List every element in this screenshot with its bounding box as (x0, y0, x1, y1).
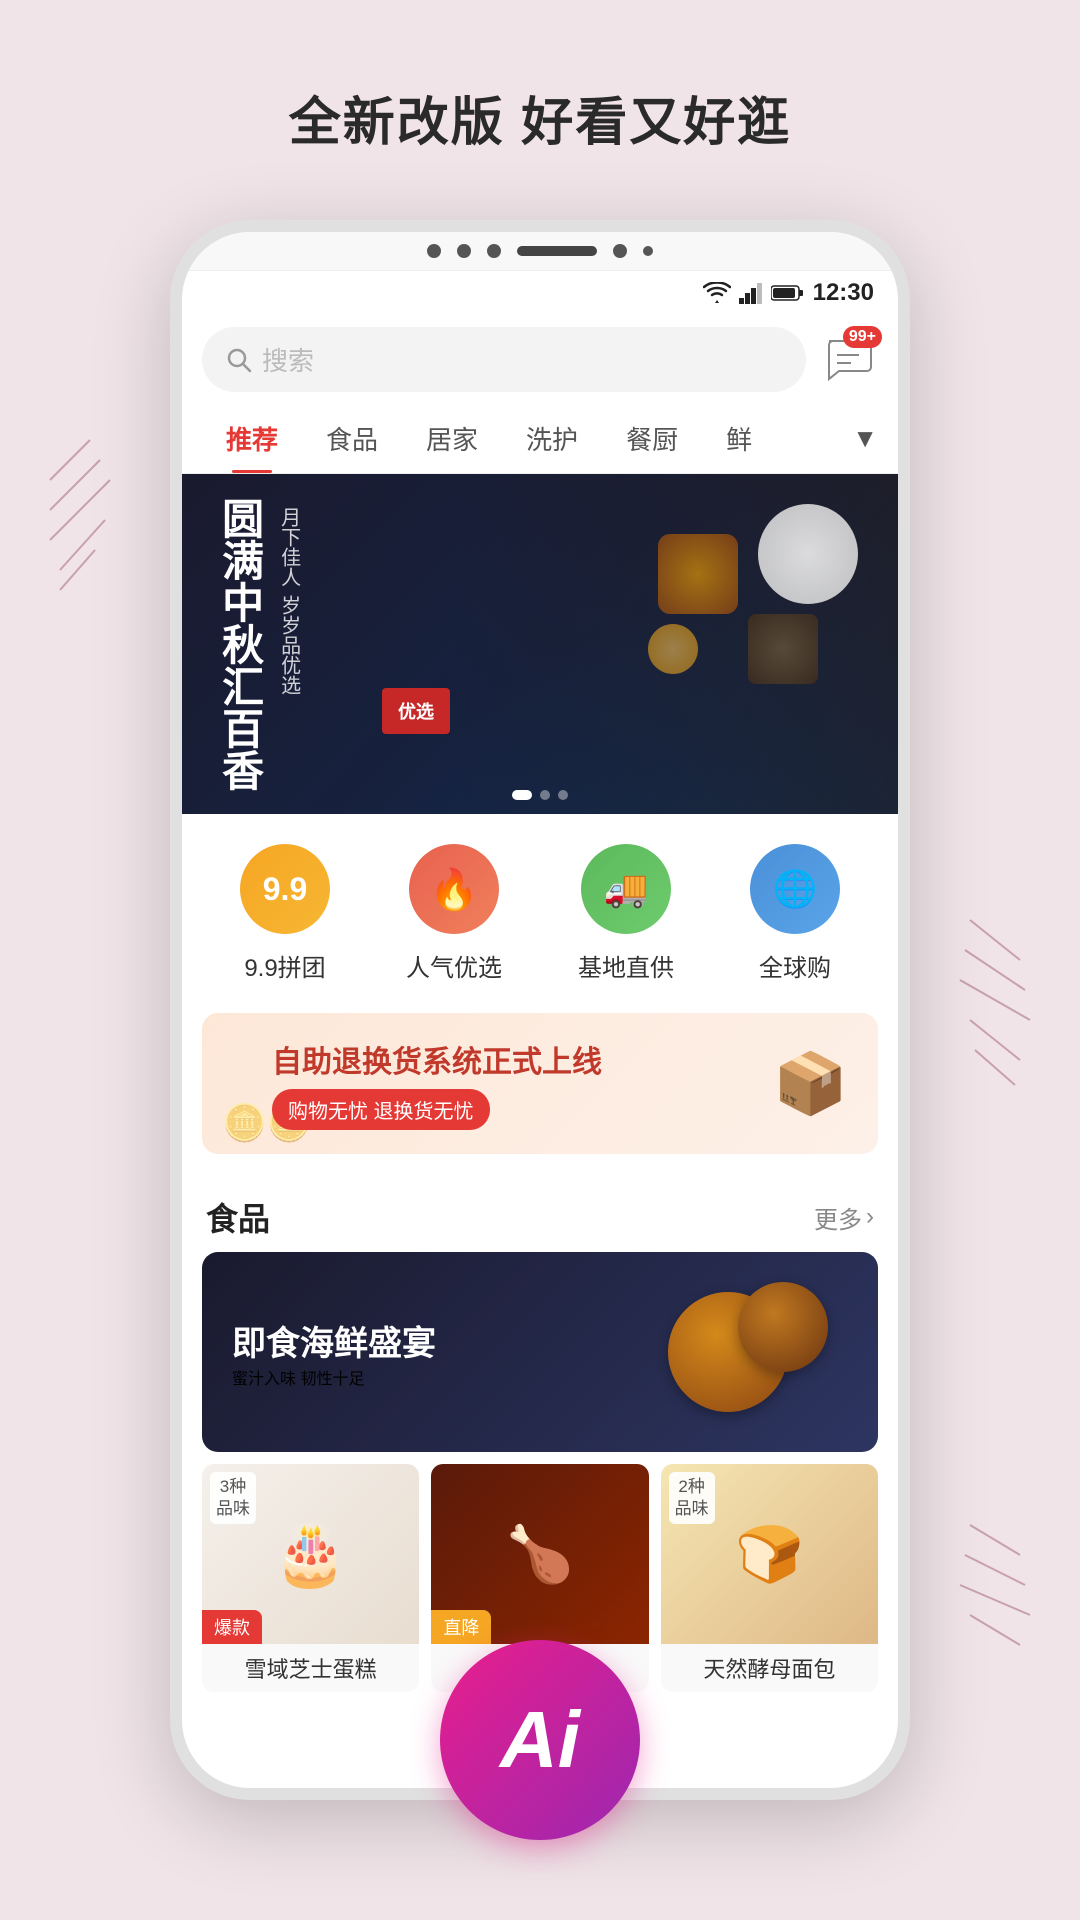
notification-badge: 99+ (843, 326, 882, 348)
qa-label-group: 9.9拼团 (244, 948, 325, 983)
nav-more[interactable]: ▼ (852, 423, 878, 454)
qa-icon-global: 🌐 (750, 844, 840, 934)
deco-right (950, 900, 1050, 1105)
deco-left (30, 420, 130, 625)
deco-right-bottom (950, 1505, 1050, 1670)
product-name-cake: 雪域芝士蛋糕 (202, 1644, 419, 1692)
food-section: 食品 更多 › 即食海鲜盛宴 蜜汁入味 韧性十足 (182, 1170, 898, 1712)
food-banner-subtitle: 蜜汁入味 韧性十足 (232, 1365, 436, 1389)
qa-item-global[interactable]: 🌐 全球购 (750, 844, 840, 983)
product-img-duck: 🍗 直降 (431, 1464, 648, 1644)
search-input[interactable]: 搜索 (202, 327, 806, 392)
promo-sub-text: 购物无忧 退换货无忧 (272, 1089, 490, 1130)
qa-icon-popular: 🔥 (409, 844, 499, 934)
section-title: 食品 (206, 1194, 270, 1240)
banner-food-visual (448, 474, 898, 814)
dot2 (457, 244, 471, 258)
food-banner-title: 即食海鲜盛宴 (232, 1316, 436, 1365)
product-variety-cake: 3种品味 (210, 1472, 256, 1524)
search-bar: 搜索 99+ (182, 315, 898, 404)
promo-text: 自助退换货系统正式上线 购物无忧 退换货无忧 (272, 1037, 602, 1130)
product-variety-bread: 2种品味 (669, 1472, 715, 1524)
product-img-bread: 🍞 2种品味 (661, 1464, 878, 1644)
product-badge-sale: 直降 (431, 1610, 491, 1644)
phone-hardware-bar (182, 232, 898, 271)
nav-tabs: 推荐 食品 居家 洗护 餐厨 鲜 ▼ (182, 404, 898, 474)
notification-button[interactable]: 99+ (818, 330, 878, 390)
chevron-right-icon: › (866, 1203, 874, 1231)
status-icons (703, 282, 803, 304)
nav-tab-food[interactable]: 食品 (302, 404, 402, 473)
banner-dot-1 (512, 790, 532, 800)
banner-main-title: 圆满中秋汇百香 (212, 497, 267, 791)
qa-item-popular[interactable]: 🔥 人气优选 (406, 844, 502, 983)
status-bar: 12:30 (182, 271, 898, 315)
ai-label: Ai (500, 1694, 580, 1786)
qa-label-popular: 人气优选 (406, 948, 502, 983)
dot4 (613, 244, 627, 258)
search-placeholder: 搜索 (262, 341, 314, 378)
qa-icon-direct: 🚚 (581, 844, 671, 934)
food-visual-right (598, 1262, 858, 1442)
banner-stamp: 优选 (382, 688, 450, 734)
qa-icon-group: 9.9 (240, 844, 330, 934)
banner-left-content: 圆满中秋汇百香 月下佳人 岁岁品优选 (182, 474, 334, 814)
product-badge-hot: 爆款 (202, 1610, 262, 1644)
banner-subtitle-line1: 月下佳人 (275, 507, 304, 587)
nav-tab-fresh[interactable]: 鲜 (702, 404, 776, 473)
search-icon (226, 347, 252, 373)
dot3 (487, 244, 501, 258)
qa-label-direct: 基地直供 (578, 948, 674, 983)
product-card-cake[interactable]: 🎂 3种品味 爆款 雪域芝士蛋糕 (202, 1464, 419, 1692)
time-display: 12:30 (813, 279, 874, 307)
banner-dot-3 (558, 790, 568, 800)
product-name-bread: 天然酵母面包 (661, 1644, 878, 1692)
dot5 (643, 246, 653, 256)
qa-item-group[interactable]: 9.9 9.9拼团 (240, 844, 330, 983)
phone-frame: 12:30 搜索 99+ (170, 220, 910, 1800)
nav-tab-home[interactable]: 居家 (402, 404, 502, 473)
nav-tab-wash[interactable]: 洗护 (502, 404, 602, 473)
nav-tab-recommended[interactable]: 推荐 (202, 404, 302, 473)
page-background: 全新改版 好看又好逛 (0, 0, 1080, 1920)
promo-title: 自助退换货系统正式上线 (272, 1037, 602, 1081)
section-header: 食品 更多 › (182, 1170, 898, 1252)
banner-subtitle-line2: 岁岁品优选 (275, 595, 304, 695)
promo-box-icon: 📦 (773, 1048, 848, 1119)
qa-item-direct[interactable]: 🚚 基地直供 (578, 844, 674, 983)
camera-dot (427, 244, 441, 258)
product-img-cake: 🎂 3种品味 爆款 (202, 1464, 419, 1644)
page-title: 全新改版 好看又好逛 (0, 0, 1080, 155)
promo-sub: 购物无忧 退换货无忧 (272, 1089, 602, 1130)
promo-banner[interactable]: 🪙🪙 自助退换货系统正式上线 购物无忧 退换货无忧 📦 (202, 1013, 878, 1154)
banner-dot-2 (540, 790, 550, 800)
ai-bubble[interactable]: Ai (440, 1640, 640, 1840)
food-banner[interactable]: 即食海鲜盛宴 蜜汁入味 韧性十足 (202, 1252, 878, 1452)
qa-label-global: 全球购 (759, 948, 831, 983)
speaker-bar (517, 246, 597, 256)
food-banner-text: 即食海鲜盛宴 蜜汁入味 韧性十足 (232, 1316, 436, 1389)
quick-access: 9.9 9.9拼团 🔥 人气优选 🚚 基地直供 🌐 全球购 (182, 814, 898, 1013)
main-banner[interactable]: 圆满中秋汇百香 月下佳人 岁岁品优选 优选 (182, 474, 898, 814)
wifi-icon (703, 282, 731, 304)
nav-tab-kitchen[interactable]: 餐厨 (602, 404, 702, 473)
banner-dots (512, 790, 568, 800)
signal-icon (739, 282, 763, 304)
battery-icon (771, 284, 803, 302)
product-card-bread[interactable]: 🍞 2种品味 天然酵母面包 (661, 1464, 878, 1692)
section-more-btn[interactable]: 更多 › (814, 1200, 874, 1235)
